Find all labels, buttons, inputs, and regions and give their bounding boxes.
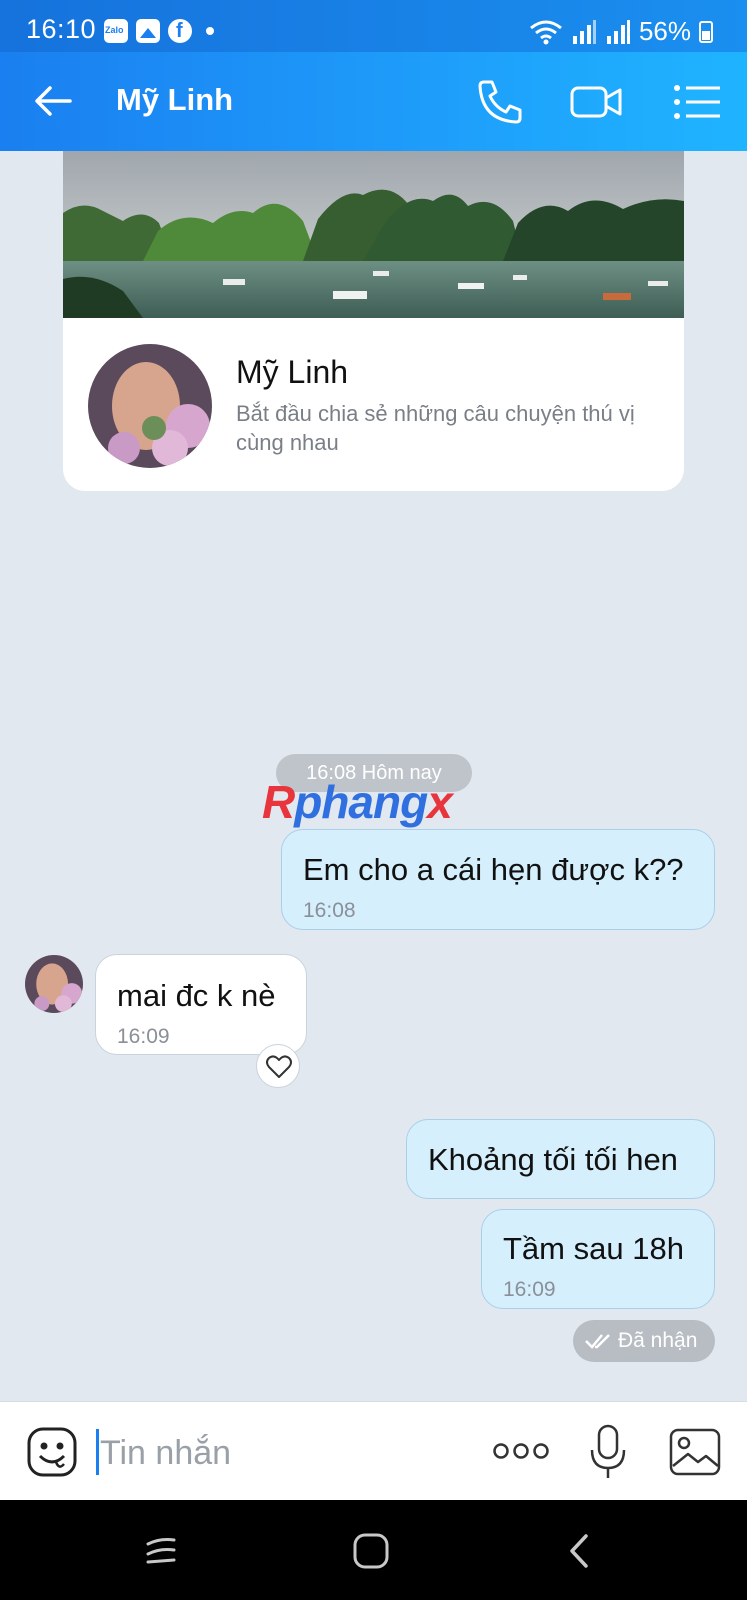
message-text: Khoảng tối tối hen [428, 1142, 678, 1177]
more-notifications-dot [206, 27, 214, 35]
contact-avatar[interactable] [88, 344, 212, 468]
top-bar: 16:10 Zalo f 56% Mỹ Linh [0, 0, 747, 151]
profile-subtitle: Bắt đầu chia sẻ những câu chuyện thú vị … [236, 401, 635, 455]
message-time: 16:09 [117, 1025, 170, 1048]
microphone-icon[interactable] [588, 1424, 628, 1480]
notification-icons [104, 19, 214, 43]
battery-percent: 56% [638, 16, 691, 46]
image-picker-icon[interactable] [668, 1426, 722, 1478]
watermark-part-3: x [427, 776, 453, 828]
message-time: 16:08 [303, 899, 356, 922]
nav-back-icon[interactable] [558, 1528, 604, 1574]
status-bar: 16:10 Zalo f 56% [0, 0, 747, 52]
chat-header: Mỹ Linh [0, 52, 747, 151]
watermark-part-1: R [262, 776, 295, 828]
message-input[interactable] [100, 1428, 460, 1478]
message-text: Tầm sau 18h [503, 1231, 684, 1266]
profile-card[interactable]: Mỹ Linh Bắt đầu chia sẻ những câu chuyện… [63, 151, 684, 491]
message-bubble-outgoing[interactable]: Khoảng tối tối hen [406, 1119, 715, 1199]
message-bubble-incoming[interactable]: mai đc k nè 16:09 [95, 954, 307, 1055]
message-bubble-outgoing[interactable]: Tầm sau 18h 16:09 [481, 1209, 715, 1309]
react-heart-button[interactable] [256, 1044, 300, 1088]
menu-list-icon[interactable] [672, 76, 724, 128]
watermark: Rphangx [262, 775, 453, 829]
avatar-image [88, 344, 212, 468]
profile-name: Mỹ Linh [236, 354, 349, 390]
phone-call-icon[interactable] [474, 76, 526, 128]
wifi-icon [530, 20, 562, 44]
emoji-sticker-icon[interactable] [26, 1426, 78, 1478]
delivery-status: Đã nhận [573, 1320, 715, 1362]
home-icon[interactable] [348, 1528, 394, 1574]
zalo-icon [104, 19, 128, 43]
video-call-icon[interactable] [570, 76, 622, 128]
heart-icon [266, 1055, 292, 1078]
contact-name[interactable]: Mỹ Linh [116, 82, 233, 118]
sender-avatar[interactable] [25, 955, 83, 1013]
back-arrow-icon[interactable] [30, 78, 76, 124]
watermark-part-2: phang [294, 776, 428, 828]
system-nav-bar [0, 1500, 747, 1600]
facebook-icon [168, 19, 192, 43]
signal-icon [572, 19, 596, 44]
message-time: 16:09 [503, 1278, 556, 1301]
message-input-bar [0, 1401, 747, 1500]
status-right: 56% [529, 16, 713, 47]
cover-photo [63, 151, 684, 318]
message-text: mai đc k nè [117, 978, 276, 1013]
status-time: 16:10 [26, 14, 97, 44]
delivery-status-text: Đã nhận [618, 1329, 698, 1352]
message-text: Em cho a cái hẹn được k?? [303, 852, 684, 887]
battery-icon [699, 20, 713, 43]
gallery-icon [136, 19, 160, 43]
message-bubble-outgoing[interactable]: Em cho a cái hẹn được k?? 16:08 [281, 829, 715, 930]
recent-apps-icon[interactable] [140, 1528, 186, 1574]
sender-avatar-image [25, 955, 83, 1013]
double-check-icon [585, 1334, 610, 1349]
signal-icon-2 [606, 19, 630, 44]
more-options-icon[interactable] [492, 1436, 550, 1466]
text-caret [96, 1429, 99, 1475]
